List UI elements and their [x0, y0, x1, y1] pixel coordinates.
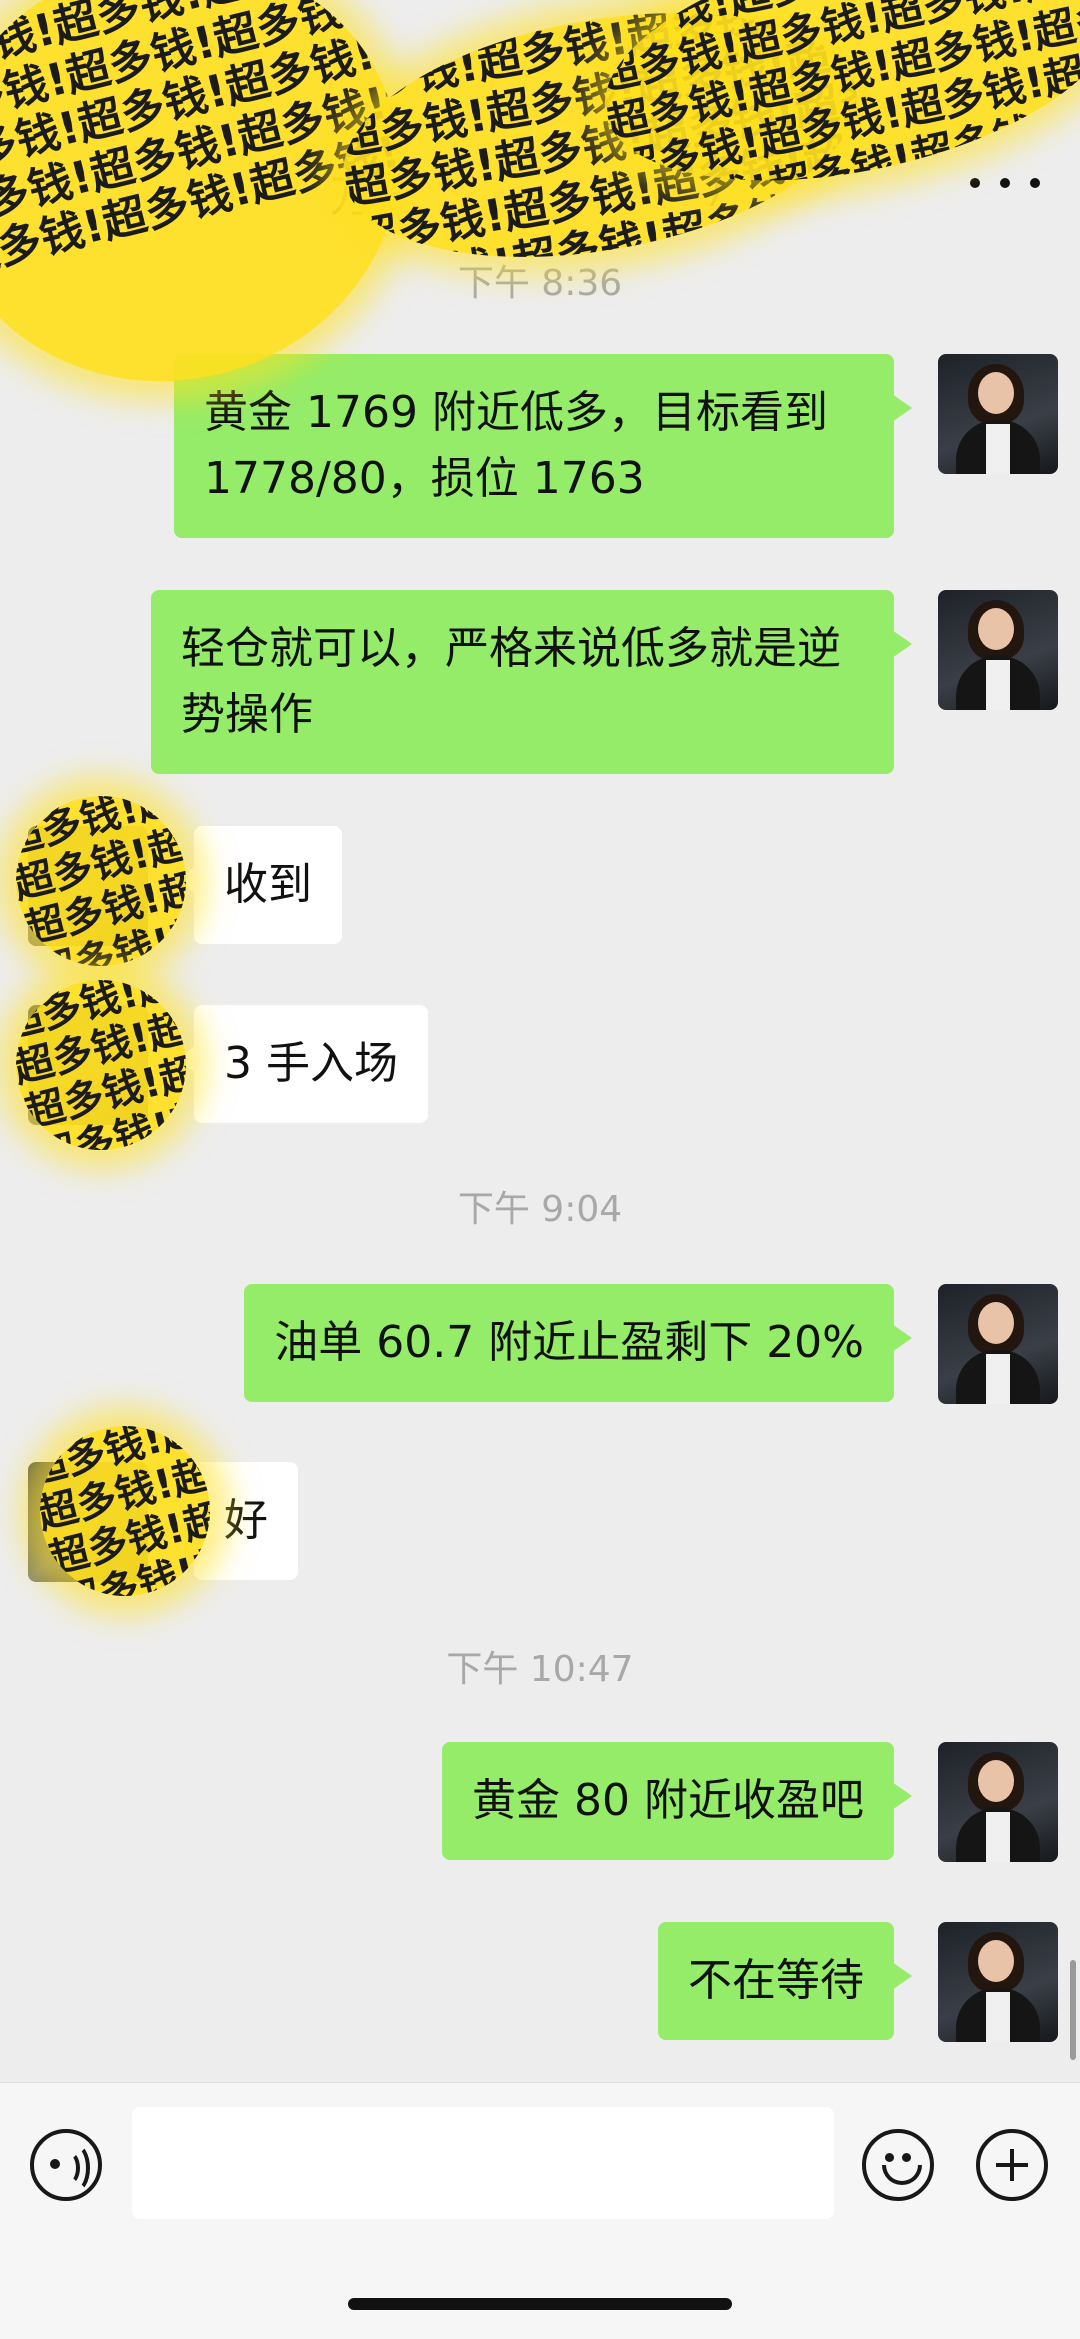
home-indicator [348, 2298, 732, 2310]
voice-icon[interactable] [30, 2129, 102, 2201]
timestamp: 下午 9:04 [457, 1189, 623, 1230]
sticker-overlay: 超多钱!超多钱!超多钱!超多钱! 超多钱!超多钱!超多钱!超多钱! 超多钱!超多… [21, 1407, 229, 1615]
chat-bubble-received[interactable]: 收到 [176, 826, 342, 944]
chat-bubble-received[interactable]: 3 手入场 [176, 1005, 428, 1123]
message-row: 黄金 80 附近收盈吧 [0, 1742, 1080, 1862]
chat-bubble-sent[interactable]: 黄金 1769 附近低多，目标看到 1778/80，损位 1763 [174, 354, 912, 538]
scrollbar[interactable] [1070, 1960, 1076, 2060]
emoji-icon[interactable] [862, 2129, 934, 2201]
sticker-overlay: 超多钱!超多钱!超多钱!超多钱! 超多钱!超多钱!超多钱!超多钱! 超多钱!超多… [0, 777, 205, 985]
chat-bubble-sent[interactable]: 轻仓就可以，严格来说低多就是逆势操作 [151, 590, 912, 774]
chat-bubble-sent[interactable]: 油单 60.7 附近止盈剩下 20% [244, 1284, 912, 1402]
avatar[interactable] [938, 1742, 1058, 1862]
message-row: 不在等待 [0, 1922, 1080, 2042]
avatar[interactable] [938, 1922, 1058, 2042]
message-row: 油单 60.7 附近止盈剩下 20% [0, 1284, 1080, 1404]
timestamp: 下午 10:47 [446, 1649, 634, 1690]
chat-bubble-sent[interactable]: 黄金 80 附近收盈吧 [442, 1742, 912, 1860]
avatar[interactable] [938, 354, 1058, 474]
more-dots-icon[interactable] [970, 168, 1040, 198]
sticker-overlay: 超多钱!超多钱!超多钱!超多钱! 超多钱!超多钱!超多钱!超多钱! 超多钱!超多… [0, 961, 205, 1169]
avatar[interactable] [938, 1284, 1058, 1404]
plus-circle-icon[interactable] [976, 2129, 1048, 2201]
avatar[interactable] [938, 590, 1058, 710]
message-input[interactable] [132, 2107, 834, 2219]
message-row: 轻仓就可以，严格来说低多就是逆势操作 [0, 590, 1080, 774]
chat-bubble-sent[interactable]: 不在等待 [658, 1922, 912, 2040]
